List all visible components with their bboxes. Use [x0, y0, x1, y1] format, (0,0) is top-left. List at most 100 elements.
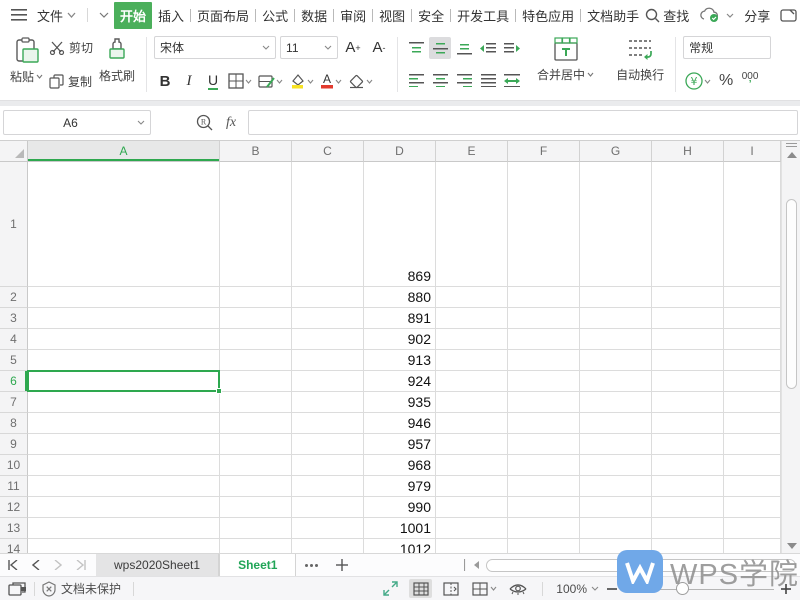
cell-C11[interactable]: [292, 476, 364, 497]
cell-E5[interactable]: [436, 350, 508, 371]
zoom-out-icon[interactable]: [606, 583, 618, 595]
grow-font-button[interactable]: A+: [342, 37, 364, 59]
row-header-8[interactable]: 8: [0, 413, 28, 434]
last-sheet-icon[interactable]: [76, 560, 86, 570]
cell-D10[interactable]: 968: [364, 455, 436, 476]
cell-B1[interactable]: [220, 162, 292, 287]
align-center-button[interactable]: [429, 69, 451, 91]
selection-box[interactable]: [27, 370, 220, 392]
cell-H3[interactable]: [652, 308, 724, 329]
scroll-left-arrow[interactable]: [474, 561, 479, 569]
h-split-handle[interactable]: [464, 559, 466, 571]
decrease-indent-button[interactable]: [477, 37, 499, 59]
cell-F6[interactable]: [508, 371, 580, 392]
eye-protect-button[interactable]: [506, 579, 529, 598]
cell-A2[interactable]: [28, 287, 220, 308]
cell-H12[interactable]: [652, 497, 724, 518]
cell-C5[interactable]: [292, 350, 364, 371]
formula-input[interactable]: [248, 110, 798, 135]
row-header-3[interactable]: 3: [0, 308, 28, 329]
cell-D1[interactable]: 869: [364, 162, 436, 287]
cell-B14[interactable]: [220, 539, 292, 553]
distribute-button[interactable]: [501, 69, 523, 91]
cell-H11[interactable]: [652, 476, 724, 497]
paste-button[interactable]: 粘贴: [6, 35, 47, 100]
protection-status[interactable]: 文档未保护: [41, 580, 121, 597]
cell-F4[interactable]: [508, 329, 580, 350]
align-middle-button[interactable]: [429, 37, 451, 59]
cell-F3[interactable]: [508, 308, 580, 329]
horizontal-scrollbar[interactable]: [464, 554, 800, 576]
cell-A4[interactable]: [28, 329, 220, 350]
first-sheet-icon[interactable]: [8, 560, 18, 570]
copy-button[interactable]: 复制: [49, 73, 93, 90]
column-header-G[interactable]: G: [580, 141, 652, 162]
format-painter-button[interactable]: 格式刷: [95, 35, 139, 100]
cell-F5[interactable]: [508, 350, 580, 371]
justify-button[interactable]: [477, 69, 499, 91]
cell-E2[interactable]: [436, 287, 508, 308]
ribbon-tab-4[interactable]: 公式: [256, 2, 294, 29]
column-header-H[interactable]: H: [652, 141, 724, 162]
cell-I8[interactable]: [724, 413, 781, 434]
cell-C4[interactable]: [292, 329, 364, 350]
row-header-9[interactable]: 9: [0, 434, 28, 455]
increase-indent-button[interactable]: [501, 37, 523, 59]
align-left-button[interactable]: [405, 69, 427, 91]
next-sheet-icon[interactable]: [54, 560, 62, 570]
cell-E11[interactable]: [436, 476, 508, 497]
cell-E6[interactable]: [436, 371, 508, 392]
ribbon-tab-9[interactable]: 开发工具: [451, 2, 515, 29]
cell-I7[interactable]: [724, 392, 781, 413]
cell-G13[interactable]: [580, 518, 652, 539]
borders-button[interactable]: [226, 70, 254, 92]
cell-C2[interactable]: [292, 287, 364, 308]
horizontal-scroll-thumb[interactable]: [486, 559, 796, 572]
vertical-scroll-thumb[interactable]: [786, 199, 797, 389]
normal-view-button[interactable]: [409, 579, 432, 598]
cell-G8[interactable]: [580, 413, 652, 434]
cell-I5[interactable]: [724, 350, 781, 371]
row-header-14[interactable]: 14: [0, 539, 28, 553]
cell-F7[interactable]: [508, 392, 580, 413]
cell-A8[interactable]: [28, 413, 220, 434]
scroll-down-arrow[interactable]: [787, 543, 797, 549]
row-header-4[interactable]: 4: [0, 329, 28, 350]
cell-G5[interactable]: [580, 350, 652, 371]
zoom-slider-knob[interactable]: [676, 582, 689, 595]
cell-I3[interactable]: [724, 308, 781, 329]
percent-format-button[interactable]: %: [715, 70, 737, 92]
cell-D12[interactable]: 990: [364, 497, 436, 518]
cell-D13[interactable]: 1001: [364, 518, 436, 539]
cell-A9[interactable]: [28, 434, 220, 455]
cell-D3[interactable]: 891: [364, 308, 436, 329]
cell-H5[interactable]: [652, 350, 724, 371]
row-header-10[interactable]: 10: [0, 455, 28, 476]
align-right-button[interactable]: [453, 69, 475, 91]
cell-I13[interactable]: [724, 518, 781, 539]
cell-A5[interactable]: [28, 350, 220, 371]
cell-A12[interactable]: [28, 497, 220, 518]
cell-C8[interactable]: [292, 413, 364, 434]
ribbon-tab-6[interactable]: 审阅: [334, 2, 372, 29]
cell-H9[interactable]: [652, 434, 724, 455]
cell-C10[interactable]: [292, 455, 364, 476]
sheet-tab-Sheet1[interactable]: Sheet1: [219, 554, 296, 576]
quick-access-toggle[interactable]: [94, 9, 114, 21]
cell-H14[interactable]: [652, 539, 724, 553]
row-header-2[interactable]: 2: [0, 287, 28, 308]
insert-function-button[interactable]: fx: [226, 115, 236, 131]
cell-F13[interactable]: [508, 518, 580, 539]
cell-G6[interactable]: [580, 371, 652, 392]
row-header-5[interactable]: 5: [0, 350, 28, 371]
cell-F9[interactable]: [508, 434, 580, 455]
cell-A13[interactable]: [28, 518, 220, 539]
cell-C12[interactable]: [292, 497, 364, 518]
cloud-sync-button[interactable]: [699, 7, 734, 23]
wrap-text-button[interactable]: 自动换行: [612, 35, 668, 100]
page-break-view-button[interactable]: [439, 579, 462, 598]
zoom-slider-track[interactable]: [624, 582, 774, 596]
cell-H6[interactable]: [652, 371, 724, 392]
column-header-C[interactable]: C: [292, 141, 364, 162]
cell-E9[interactable]: [436, 434, 508, 455]
